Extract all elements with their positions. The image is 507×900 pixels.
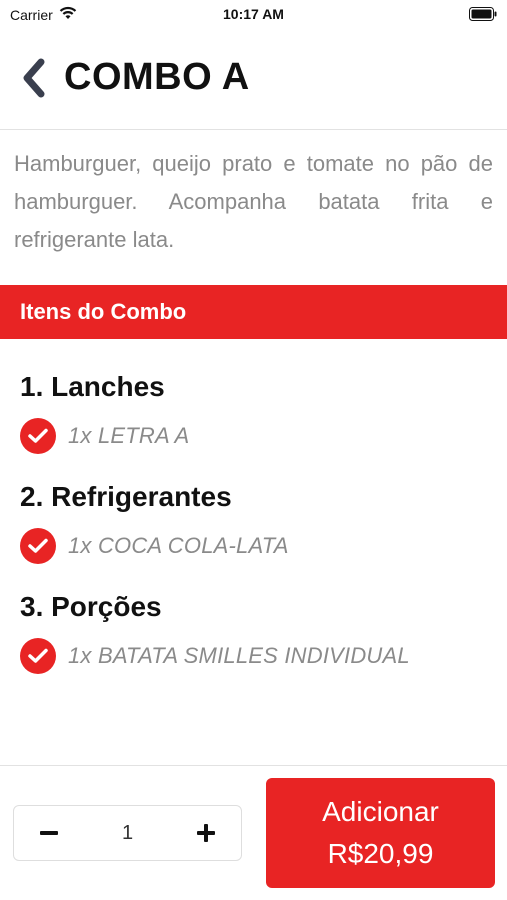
back-button[interactable] [14,56,54,100]
combo-group: 2. Refrigerantes 1x COCA COLA-LATA [20,475,487,585]
check-circle-icon [20,418,56,454]
combo-group: 1. Lanches 1x LETRA A [20,365,487,475]
item-label: 1x BATATA SMILLES INDIVIDUAL [68,643,410,668]
plus-icon [197,824,215,842]
quantity-value: 1 [121,821,134,844]
check-circle-icon [20,638,56,674]
chevron-left-icon [23,58,45,98]
battery-icon [469,7,497,21]
item-label: 1x LETRA A [68,423,190,448]
combo-screen: Carrier 10:17 AM COMBO A Hamburguer, que… [0,0,507,900]
list-item: 1x COCA COLA-LATA [20,513,487,579]
quantity-stepper: 1 [13,805,242,861]
decrement-button[interactable] [34,818,64,848]
combo-group: 3. Porções 1x BATATA SMILLES INDIVIDUAL [20,585,487,695]
combo-item-list: 1. Lanches 1x LETRA A 2. Refrigerantes 1… [20,365,487,695]
combo-description: Hamburguer, queijo prato e tomate no pão… [14,151,493,252]
add-to-cart-button[interactable]: Adicionar R$20,99 [266,778,495,888]
increment-button[interactable] [191,818,221,848]
minus-icon [40,831,58,835]
page-title: COMBO A [64,56,250,98]
header: COMBO A [0,40,507,130]
footer-divider [0,765,507,766]
add-button-price: R$20,99 [327,838,434,869]
add-button-label: Adicionar [322,796,439,827]
status-time: 10:17 AM [223,6,284,22]
list-item: 1x BATATA SMILLES INDIVIDUAL [20,623,487,689]
list-item: 1x LETRA A [20,403,487,469]
status-bar: Carrier 10:17 AM [0,0,507,30]
section-title: Itens do Combo [20,299,187,324]
item-label: 1x COCA COLA-LATA [68,533,289,558]
section-header: Itens do Combo [0,285,507,339]
check-circle-icon [20,528,56,564]
